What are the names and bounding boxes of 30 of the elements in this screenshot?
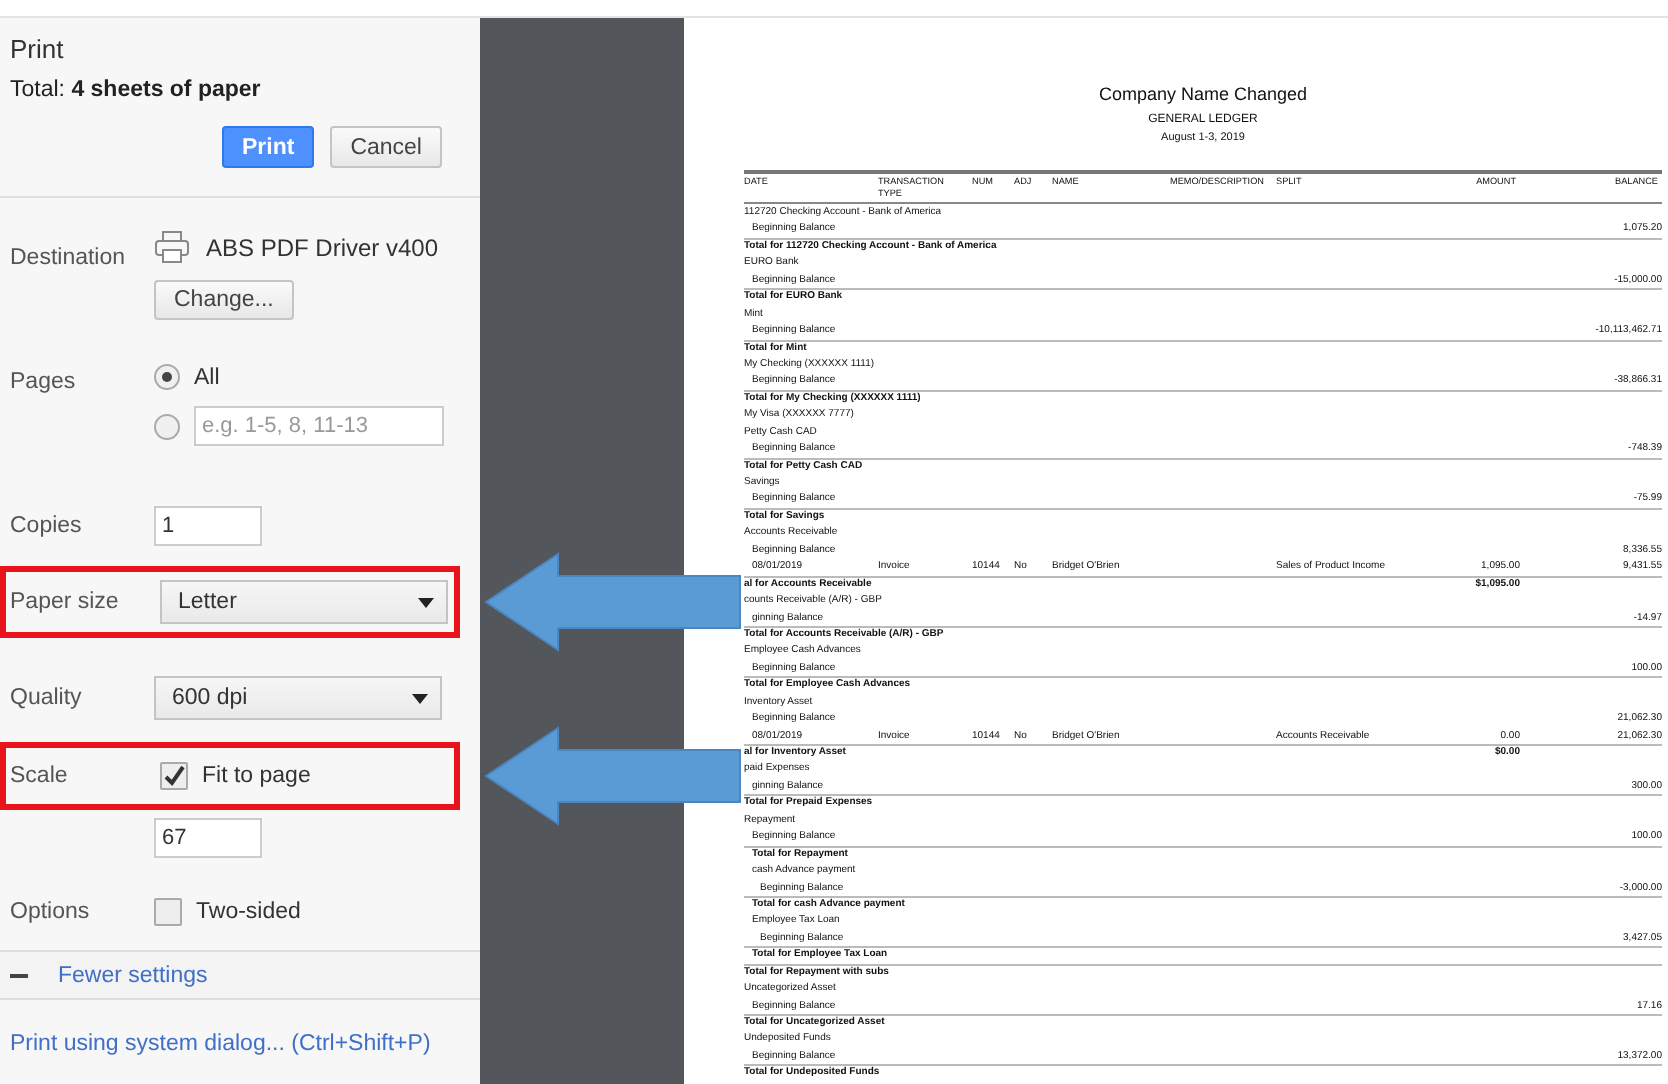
dropdown[interactable]: Letter: [160, 580, 448, 624]
setting-label: Scale: [10, 764, 68, 788]
setting-label: Copies: [10, 514, 82, 538]
setting-label: Quality: [10, 686, 82, 710]
dropdown[interactable]: 600 dpi: [154, 676, 442, 720]
sheet-total: Total: 4 sheets of paper: [10, 78, 263, 102]
cancel-button[interactable]: Cancel: [330, 126, 442, 168]
option-label: All: [194, 365, 220, 389]
system-dialog-link[interactable]: Print using system dialog... (Ctrl+Shift+P): [10, 1032, 431, 1056]
setting-label: Destination: [10, 246, 126, 270]
setting-label: Paper size: [10, 590, 119, 614]
printer-icon: [154, 230, 190, 264]
caret-icon: [412, 693, 428, 703]
number-field[interactable]: 67: [154, 818, 262, 858]
report-title: Company Name Changed: [1096, 84, 1310, 104]
checkbox[interactable]: [160, 762, 188, 790]
radio-button[interactable]: [154, 364, 180, 390]
setting-label: Pages: [10, 370, 76, 394]
number-field[interactable]: 1: [154, 506, 262, 546]
option-label: Two-sided: [196, 900, 301, 924]
fewer-settings-link[interactable]: Fewer settings: [58, 963, 208, 987]
change-button[interactable]: Change...: [154, 280, 294, 320]
option-label: Fit to page: [202, 764, 311, 788]
checkbox[interactable]: [154, 898, 182, 926]
setting-label: Options: [10, 900, 90, 924]
page-range-field[interactable]: e.g. 1-5, 8, 11-13: [194, 406, 444, 446]
radio-button[interactable]: [154, 413, 180, 439]
destination-name: ABS PDF Driver v400: [206, 233, 439, 261]
caret-icon: [418, 597, 434, 607]
dialog-title: Print: [10, 34, 66, 64]
